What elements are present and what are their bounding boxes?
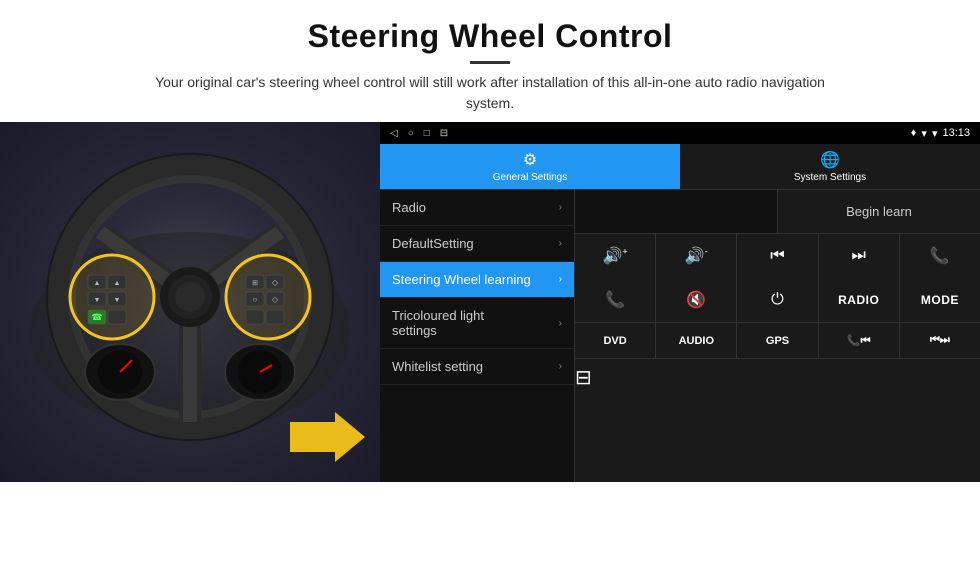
menu-item-whitelist-label: Whitelist setting [392,359,483,374]
page-wrapper: Steering Wheel Control Your original car… [0,0,980,564]
hang-up-icon: 📞 [605,290,625,310]
svg-text:▲: ▲ [114,280,121,287]
menu-item-default-label: DefaultSetting [392,236,474,251]
next-track-icon: ⏭ [851,247,865,265]
menu-item-steering-label: Steering Wheel learning [392,272,531,287]
steering-wheel-bg: ▲ ▼ ▲ ▼ ☎ ⊞ ○ [0,122,380,482]
call-button[interactable]: 📞 [900,234,980,278]
audio-label: AUDIO [679,335,714,347]
menu-item-radio[interactable]: Radio › [380,190,574,226]
tab-bar: ⚙ General Settings 🌐 System Settings [380,144,980,190]
svg-text:⊞: ⊞ [252,280,258,287]
prev-track-icon: ⏮ [770,247,784,265]
menu-item-default-setting[interactable]: DefaultSetting › [380,226,574,262]
call-prev-button[interactable]: 📞⏮ [819,323,900,358]
home-icon: ○ [408,128,414,139]
radio-button[interactable]: RADIO [819,278,899,322]
bottom-row: DVD AUDIO GPS 📞⏮ ⏮⏭ [575,322,980,358]
volume-down-icon: 🔊- [685,246,708,266]
globe-icon: 🌐 [820,150,840,170]
svg-text:◇: ◇ [272,295,279,304]
volume-up-button[interactable]: 🔊+ [575,234,655,278]
call-icon: 📞 [930,246,950,266]
extra-icon: ⊟ [575,365,592,390]
audio-button[interactable]: AUDIO [656,323,737,358]
dvd-button[interactable]: DVD [575,323,656,358]
svg-text:○: ○ [253,295,258,304]
next-track-button[interactable]: ⏭ [819,234,899,278]
tab-system-label: System Settings [794,172,866,183]
ui-panel: ◁ ○ □ ⊟ ♦ ▾ ▾ 13:13 ⚙ General Settings [380,122,980,482]
photo-area: ▲ ▼ ▲ ▼ ☎ ⊞ ○ [0,122,380,482]
status-left: ◁ ○ □ ⊟ [390,128,448,139]
mute-button[interactable]: 🔇 [656,278,736,322]
menu-item-radio-label: Radio [392,200,426,215]
tab-system-settings[interactable]: 🌐 System Settings [680,144,980,189]
mode-button[interactable]: MODE [900,278,980,322]
menu-arrow-whitelist: › [559,361,562,372]
power-icon: ⏻ [771,291,784,309]
prev-next-icon: ⏮⏭ [930,334,950,347]
hang-up-button[interactable]: 📞 [575,278,655,322]
svg-text:▲: ▲ [94,280,101,287]
page-subtitle: Your original car's steering wheel contr… [140,72,840,114]
mute-icon: 🔇 [686,290,706,310]
status-bar: ◁ ○ □ ⊟ ♦ ▾ ▾ 13:13 [380,122,980,144]
volume-up-icon: 🔊+ [603,246,628,266]
settings-gear-icon: ⚙ [523,150,537,170]
prev-track-button[interactable]: ⏮ [737,234,817,278]
gps-button[interactable]: GPS [737,323,818,358]
arrow-icon [290,407,370,467]
begin-learn-row: Begin learn [575,190,980,234]
menu-icon: ⊟ [440,128,448,139]
content-area: ▲ ▼ ▲ ▼ ☎ ⊞ ○ [0,122,980,564]
svg-text:☎: ☎ [91,312,102,322]
wifi-icon: ▾ [921,127,927,140]
mode-label: MODE [921,293,959,307]
svg-text:▼: ▼ [94,297,101,304]
extra-row: ⊟ [575,358,980,395]
recents-icon: □ [424,128,430,139]
status-right: ♦ ▾ ▾ 13:13 [911,127,970,140]
menu-item-tricoloured[interactable]: Tricoloured lightsettings › [380,298,574,349]
menu-item-whitelist[interactable]: Whitelist setting › [380,349,574,385]
svg-text:▼: ▼ [114,297,121,304]
menu-item-steering-wheel[interactable]: Steering Wheel learning › [380,262,574,298]
tab-general-settings[interactable]: ⚙ General Settings [380,144,680,189]
volume-down-button[interactable]: 🔊- [656,234,736,278]
location-icon: ♦ [911,127,917,139]
control-area: Begin learn 🔊+ 🔊- ⏮ [575,190,980,482]
menu-item-tricoloured-label: Tricoloured lightsettings [392,308,484,338]
radio-label: RADIO [838,293,879,307]
menu-arrow-tricoloured: › [559,318,562,329]
menu-arrow-default: › [559,238,562,249]
signal-icon: ▾ [932,127,938,140]
menu-arrow-radio: › [559,202,562,213]
begin-learn-button[interactable]: Begin learn [778,190,980,233]
clock: 13:13 [942,127,970,139]
gps-label: GPS [766,335,789,347]
title-divider [470,61,510,64]
header-section: Steering Wheel Control Your original car… [0,0,980,122]
menu-arrow-steering: › [559,274,562,285]
back-icon: ◁ [390,128,398,139]
dvd-label: DVD [603,335,626,347]
page-title: Steering Wheel Control [60,18,920,55]
call-prev-icon: 📞⏮ [847,334,871,348]
power-button[interactable]: ⏻ [737,278,817,322]
panel-content: Radio › DefaultSetting › Steering Wheel … [380,190,980,482]
prev-next-button[interactable]: ⏮⏭ [900,323,980,358]
tab-general-label: General Settings [493,172,568,183]
svg-text:◇: ◇ [272,278,279,287]
blank-display-box [575,190,778,233]
extra-icon-button[interactable]: ⊟ [575,359,592,395]
menu-list: Radio › DefaultSetting › Steering Wheel … [380,190,575,482]
